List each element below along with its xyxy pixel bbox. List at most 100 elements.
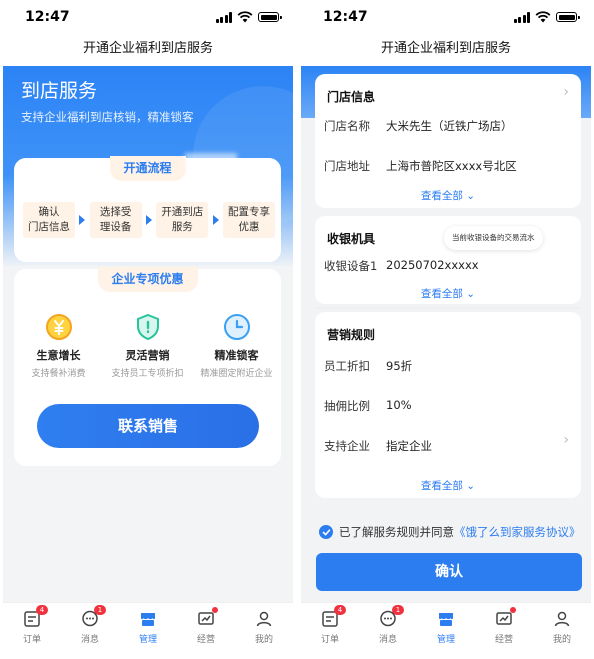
tab-manage[interactable]: 管理 (421, 603, 471, 659)
chevron-down-icon: ⌄ (466, 480, 476, 492)
tab-mine[interactable]: 我的 (239, 603, 289, 659)
chart-icon (198, 612, 214, 625)
signal-icon (513, 11, 530, 23)
row-value: 10% (386, 398, 412, 412)
blurred-region (185, 153, 237, 169)
shield-icon (136, 313, 159, 341)
view-all-label: 查看全部 (420, 190, 463, 202)
tab-label: 订单 (22, 635, 41, 645)
user-icon (554, 611, 570, 627)
store-manage-icon (141, 613, 155, 626)
tab-messages[interactable]: 1 消息 (65, 603, 115, 659)
feature-title: 灵活营销 (125, 349, 170, 362)
store-info-card: 门店信息 › 门店名称 大米先生（近铁广场店） 门店地址 上海市普陀区xxxx号… (315, 74, 581, 208)
battery-icon (258, 12, 282, 22)
tab-orders[interactable]: 4 订单 (305, 603, 355, 659)
contact-sales-button[interactable]: 联系销售 (37, 404, 259, 448)
rules-title: 营销规则 (327, 328, 376, 342)
tab-label: 消息 (80, 635, 99, 645)
row-key: 支持企业 (324, 439, 370, 453)
confirm-button[interactable]: 确认 (316, 553, 582, 591)
view-all-pos-link[interactable]: 查看全部 ⌄ (315, 286, 581, 301)
flow-step-open-service: 开通到店 服务 (156, 202, 209, 238)
row-value: 20250702xxxxx (386, 258, 479, 272)
tab-manage[interactable]: 管理 (123, 603, 173, 659)
nav-title: 开通企业福利到店服务 (301, 34, 591, 66)
hero-title: 到店服务 (21, 80, 98, 102)
phone-screen-right: 12:47 开通企业福利到店服务 门店信息 › 门店名称 大米先生（近铁广场店）… (301, 0, 591, 659)
promo-card: 企业专项优惠 生意增长 支持餐补消费 灵活营销 支持员工专项折扣 精准锁客 精准… (14, 267, 281, 466)
tab-badge: 4 (334, 605, 346, 615)
row-value: 大米先生（近铁广场店） (386, 119, 513, 133)
row-key: 门店名称 (324, 119, 370, 133)
tab-label: 管理 (138, 635, 157, 645)
arrow-right-icon (79, 215, 86, 225)
battery-icon (556, 12, 580, 22)
pos-tooltip: 当前收银设备的交易流水 (444, 226, 543, 250)
tab-operations[interactable]: 经营 (181, 603, 231, 659)
view-all-rules-link[interactable]: 查看全部 ⌄ (315, 478, 581, 493)
arrow-right-icon (145, 215, 152, 225)
nav-title: 开通企业福利到店服务 (3, 34, 293, 66)
view-all-store-link[interactable]: 查看全部 ⌄ (315, 188, 581, 203)
row-value: 指定企业 (386, 439, 432, 453)
chevron-down-icon: ⌄ (466, 190, 476, 202)
wifi-icon (237, 11, 253, 23)
tab-label: 我的 (254, 635, 273, 645)
status-icons (215, 11, 282, 23)
feature-subtitle: 支持餐补消费 (31, 369, 86, 379)
supported-enterprise-row[interactable]: 支持企业 指定企业 (324, 438, 432, 454)
flow-card: 开通流程 确认 门店信息 选择受 理设备 开通到店 服务 配置专享 优惠 (14, 156, 281, 262)
service-agreement-link[interactable]: 《饿了么到家服务协议》 (454, 524, 581, 540)
tab-label: 经营 (494, 635, 513, 645)
feature-precise-lock: 精准锁客 精准圈定附近企业 (194, 313, 280, 379)
chevron-down-icon: ⌄ (466, 288, 476, 300)
clock-icon (223, 314, 250, 340)
row-value: 95折 (386, 359, 413, 373)
tab-badge: 1 (392, 605, 404, 615)
row-key: 收银设备1 (324, 259, 378, 273)
chart-icon (496, 612, 512, 625)
yen-coin-icon (45, 314, 72, 340)
view-all-label: 查看全部 (420, 288, 463, 300)
agreement-checkbox[interactable] (319, 525, 333, 539)
tab-label: 管理 (436, 635, 455, 645)
status-time: 12:47 (25, 9, 70, 25)
chevron-right-icon[interactable]: › (563, 84, 569, 100)
feature-subtitle: 精准圈定附近企业 (200, 369, 273, 379)
tab-bar: 4 订单 1 消息 管理 经营 我的 (301, 602, 591, 659)
feature-title: 精准锁客 (214, 349, 259, 362)
flow-step-confirm-store: 确认 门店信息 (23, 202, 75, 238)
tab-badge: 1 (94, 605, 106, 615)
signal-icon (215, 11, 232, 23)
user-icon (256, 611, 272, 627)
chevron-right-icon[interactable]: › (563, 432, 569, 448)
tab-messages[interactable]: 1 消息 (363, 603, 413, 659)
flow-step-config-discount: 配置专享 优惠 (222, 202, 275, 238)
store-manage-icon (439, 613, 453, 626)
tab-orders[interactable]: 4 订单 (7, 603, 57, 659)
status-bar: 12:47 (3, 0, 293, 34)
employee-discount-row: 员工折扣 95折 (324, 358, 412, 374)
tab-label: 消息 (378, 635, 397, 645)
phone-screen-left: 12:47 开通企业福利到店服务 到店服务 支持企业福利到店核销，精准锁客 开通… (3, 0, 293, 659)
store-info-title: 门店信息 (327, 90, 376, 104)
flow-step-select-device: 选择受 理设备 (89, 202, 142, 238)
flow-steps: 确认 门店信息 选择受 理设备 开通到店 服务 配置专享 优惠 (23, 202, 275, 238)
tab-notification-dot (510, 607, 516, 613)
row-key: 员工折扣 (324, 359, 370, 373)
divider (315, 307, 581, 309)
tab-label: 订单 (320, 635, 339, 645)
tab-mine[interactable]: 我的 (537, 603, 587, 659)
pos-title: 收银机具 (327, 232, 376, 246)
checkmark-icon (322, 528, 330, 536)
tab-notification-dot (212, 607, 218, 613)
agreement-row: 已了解服务规则并同意 《饿了么到家服务协议》 (319, 524, 581, 540)
status-bar: 12:47 (301, 0, 591, 34)
row-value: 上海市普陀区xxxx号北区 (386, 159, 517, 173)
tab-operations[interactable]: 经营 (479, 603, 529, 659)
wifi-icon (535, 11, 551, 23)
store-name-row: 门店名称 大米先生（近铁广场店） (324, 118, 513, 134)
view-all-label: 查看全部 (420, 480, 463, 492)
store-address-row: 门店地址 上海市普陀区xxxx号北区 (324, 158, 517, 174)
